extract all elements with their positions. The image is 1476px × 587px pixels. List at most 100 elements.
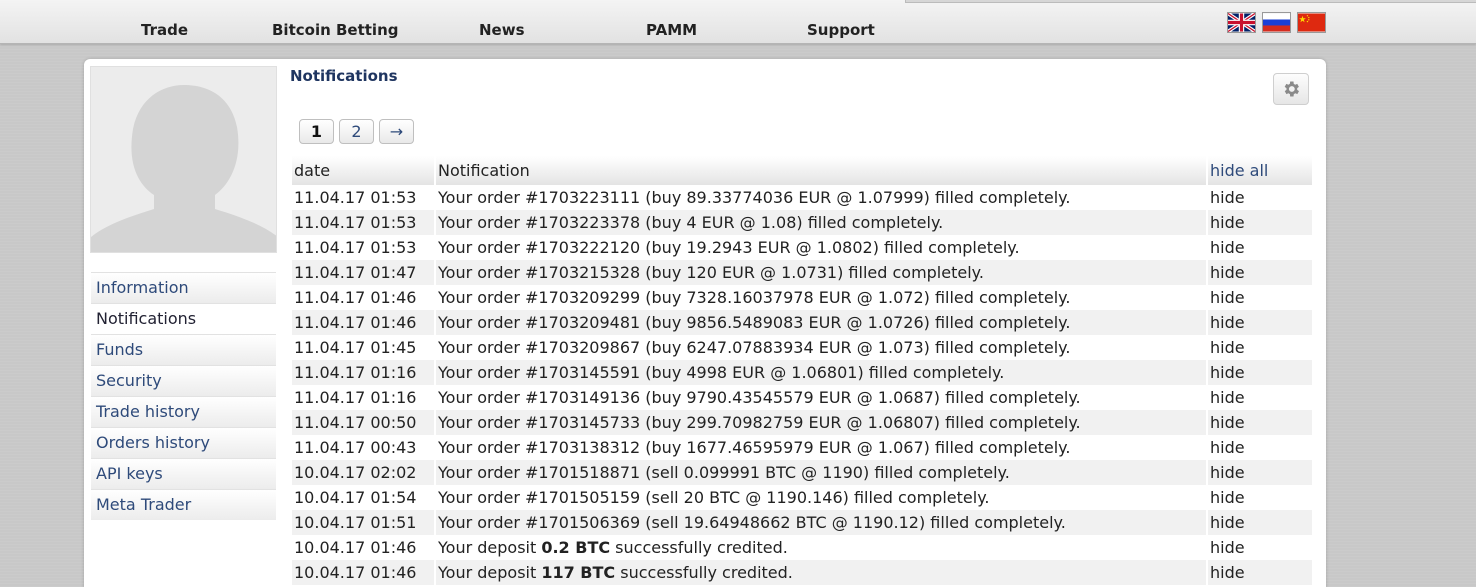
pagination: 1 2 → bbox=[299, 119, 414, 144]
table-row: 11.04.17 00:43 Your order #1703138312 (bu… bbox=[292, 435, 1312, 460]
table-row: 11.04.17 01:53 Your order #1703223378 (bu… bbox=[292, 210, 1312, 235]
page-2-button[interactable]: 2 bbox=[339, 119, 374, 144]
table-row: 11.04.17 01:16 Your order #1703145591 (bu… bbox=[292, 360, 1312, 385]
row-date: 11.04.17 01:53 bbox=[292, 210, 434, 235]
row-notification: Your order #1701506369 (sell 19.64948662… bbox=[436, 510, 1206, 535]
sidebar-item-api-keys[interactable]: API keys bbox=[91, 458, 276, 489]
table-row: 11.04.17 01:46 Your order #1703209481 (bu… bbox=[292, 310, 1312, 335]
row-notification: Your order #1703215328 (buy 120 EUR @ 1.… bbox=[436, 260, 1206, 285]
column-header-notification: Notification bbox=[436, 156, 1206, 185]
notification-text: Your deposit bbox=[438, 563, 542, 582]
hide-link[interactable]: hide bbox=[1208, 535, 1312, 560]
table-row: 10.04.17 01:54 Your order #1701505159 (se… bbox=[292, 485, 1312, 510]
row-date: 11.04.17 00:50 bbox=[292, 410, 434, 435]
row-notification: Your order #1703209867 (buy 6247.0788393… bbox=[438, 338, 1071, 357]
settings-button[interactable] bbox=[1273, 73, 1309, 105]
row-date: 11.04.17 01:47 bbox=[292, 260, 434, 285]
row-date: 11.04.17 01:46 bbox=[294, 288, 417, 307]
table-row: 11.04.17 01:16 Your order #1703149136 (bu… bbox=[292, 385, 1312, 410]
table-row: 10.04.17 01:46 Your deposit 0.2 BTC succe… bbox=[292, 535, 1312, 560]
notifications-table: date Notification hide all 11.04.17 01:5… bbox=[290, 156, 1314, 585]
hide-all-link[interactable]: hide all bbox=[1208, 156, 1312, 185]
table-row: 11.04.17 01:53 Your order #1703222120 (bu… bbox=[292, 235, 1312, 260]
row-notification: Your order #1701505159 (sell 20 BTC @ 11… bbox=[438, 488, 990, 507]
nav-pamm[interactable]: PAMM bbox=[646, 21, 697, 39]
sidebar-item-orders-history[interactable]: Orders history bbox=[91, 427, 276, 458]
row-notification: Your order #1701518871 (sell 0.099991 BT… bbox=[436, 460, 1206, 485]
uk-flag-icon[interactable] bbox=[1227, 12, 1256, 33]
search-strip[interactable] bbox=[905, 0, 1476, 3]
row-date: 11.04.17 00:43 bbox=[294, 438, 417, 457]
row-notification: Your order #1703222120 (buy 19.2943 EUR … bbox=[438, 238, 1020, 257]
notification-text: successfully credited. bbox=[615, 563, 793, 582]
hide-link[interactable]: hide bbox=[1208, 285, 1312, 310]
top-nav-bar: Trade Bitcoin Betting News PAMM Support bbox=[0, 0, 1476, 44]
hide-link[interactable]: hide bbox=[1208, 260, 1312, 285]
row-date: 11.04.17 01:53 bbox=[294, 188, 417, 207]
row-date: 10.04.17 01:46 bbox=[294, 538, 417, 557]
sidebar-item-security[interactable]: Security bbox=[91, 365, 276, 396]
row-notification: Your order #1703138312 (buy 1677.4659597… bbox=[438, 438, 1071, 457]
hide-link[interactable]: hide bbox=[1208, 410, 1312, 435]
notification-text: Your deposit bbox=[438, 538, 542, 557]
nav-support[interactable]: Support bbox=[807, 21, 875, 39]
table-row: 10.04.17 01:51 Your order #1701506369 (se… bbox=[292, 510, 1312, 535]
hide-link[interactable]: hide bbox=[1208, 485, 1312, 510]
hide-link[interactable]: hide bbox=[1208, 335, 1312, 360]
row-date: 11.04.17 01:46 bbox=[292, 310, 434, 335]
row-notification: Your order #1703149136 (buy 9790.4354557… bbox=[438, 388, 1081, 407]
deposit-amount: 117 BTC bbox=[541, 563, 616, 582]
hide-link[interactable]: hide bbox=[1208, 185, 1312, 210]
row-date: 10.04.17 02:02 bbox=[292, 460, 434, 485]
avatar bbox=[90, 66, 277, 253]
hide-link[interactable]: hide bbox=[1208, 235, 1312, 260]
sidebar-menu: Information Notifications Funds Security… bbox=[91, 272, 276, 520]
notification-text: successfully credited. bbox=[610, 538, 788, 557]
deposit-amount: 0.2 BTC bbox=[541, 538, 611, 557]
gear-icon bbox=[1284, 81, 1299, 97]
hide-link[interactable]: hide bbox=[1208, 360, 1312, 385]
row-date: 10.04.17 01:54 bbox=[294, 488, 417, 507]
row-notification: Your order #1703223378 (buy 4 EUR @ 1.08… bbox=[436, 210, 1206, 235]
sidebar-item-notifications[interactable]: Notifications bbox=[91, 303, 276, 334]
sidebar-item-trade-history[interactable]: Trade history bbox=[91, 396, 276, 427]
row-date: 11.04.17 01:45 bbox=[294, 338, 417, 357]
table-row: 11.04.17 01:46 Your order #1703209299 (bu… bbox=[292, 285, 1312, 310]
russia-flag-icon[interactable] bbox=[1262, 12, 1291, 33]
row-notification: Your deposit 117 BTC successfully credit… bbox=[436, 560, 1206, 585]
nav-bitcoin-betting[interactable]: Bitcoin Betting bbox=[272, 21, 399, 39]
hide-link[interactable]: hide bbox=[1208, 385, 1312, 410]
account-panel: Information Notifications Funds Security… bbox=[84, 59, 1326, 587]
china-flag-icon[interactable] bbox=[1297, 12, 1326, 33]
page-1-button[interactable]: 1 bbox=[299, 119, 334, 144]
row-date: 11.04.17 01:53 bbox=[294, 238, 417, 257]
table-row: 11.04.17 00:50 Your order #1703145733 (bu… bbox=[292, 410, 1312, 435]
row-date: 11.04.17 01:16 bbox=[292, 360, 434, 385]
nav-news[interactable]: News bbox=[479, 21, 525, 39]
table-row: 10.04.17 02:02 Your order #1701518871 (se… bbox=[292, 460, 1312, 485]
hide-link[interactable]: hide bbox=[1208, 560, 1312, 585]
nav-trade[interactable]: Trade bbox=[141, 21, 188, 39]
table-row: 11.04.17 01:53 Your order #1703223111 (bu… bbox=[292, 185, 1312, 210]
sidebar-item-funds[interactable]: Funds bbox=[91, 334, 276, 365]
language-switcher bbox=[1227, 12, 1326, 33]
hide-link[interactable]: hide bbox=[1208, 310, 1312, 335]
hide-link[interactable]: hide bbox=[1208, 210, 1312, 235]
column-header-date: date bbox=[292, 156, 434, 185]
row-date: 11.04.17 01:16 bbox=[294, 388, 417, 407]
row-notification: Your deposit 0.2 BTC successfully credit… bbox=[436, 535, 1206, 560]
next-page-button[interactable]: → bbox=[379, 119, 414, 144]
hide-link[interactable]: hide bbox=[1208, 435, 1312, 460]
row-notification: Your order #1703209481 (buy 9856.5489083… bbox=[436, 310, 1206, 335]
row-notification: Your order #1703145591 (buy 4998 EUR @ 1… bbox=[436, 360, 1206, 385]
sidebar-item-information[interactable]: Information bbox=[91, 272, 276, 303]
hide-link[interactable]: hide bbox=[1208, 510, 1312, 535]
default-avatar-icon bbox=[91, 67, 276, 252]
notifications-content: Notifications 1 2 → date Notification hi… bbox=[290, 67, 1314, 585]
table-row: 10.04.17 01:46 Your deposit 117 BTC succe… bbox=[292, 560, 1312, 585]
row-date: 10.04.17 01:51 bbox=[292, 510, 434, 535]
sidebar-item-meta-trader[interactable]: Meta Trader bbox=[91, 489, 276, 520]
hide-link[interactable]: hide bbox=[1208, 460, 1312, 485]
row-notification: Your order #1703209299 (buy 7328.1603797… bbox=[438, 288, 1071, 307]
row-notification: Your order #1703145733 (buy 299.70982759… bbox=[436, 410, 1206, 435]
